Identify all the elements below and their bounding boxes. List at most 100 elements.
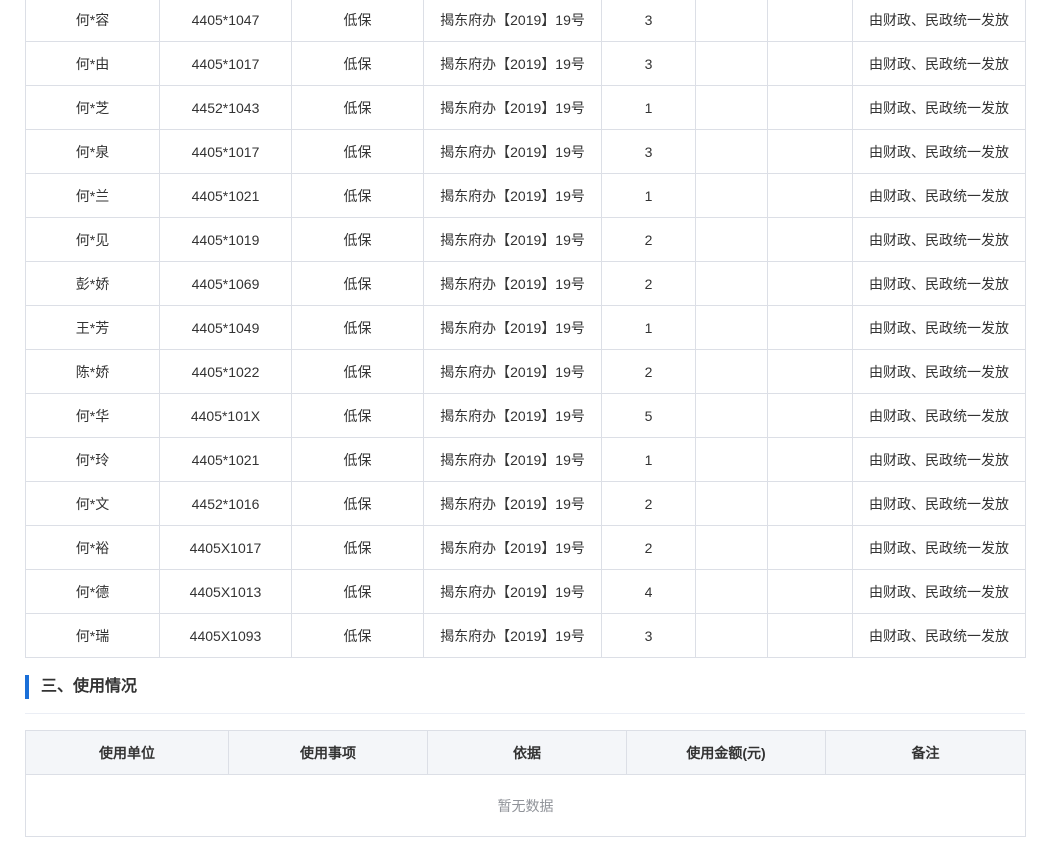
count-cell: 3 [601, 613, 696, 658]
blank-cell-b [767, 129, 853, 174]
basis-cell: 揭东府办【2019】19号 [423, 305, 602, 350]
blank-cell-a [695, 41, 768, 86]
note-cell: 由财政、民政统一发放 [852, 437, 1026, 482]
basis-cell: 揭东府办【2019】19号 [423, 437, 602, 482]
table-row: 何*由 4405*1017 低保 揭东府办【2019】19号 3 由财政、民政统一发放 [25, 41, 1026, 86]
type-cell: 低保 [291, 261, 424, 306]
count-cell: 1 [601, 173, 696, 218]
blank-cell-a [695, 481, 768, 526]
name-cell: 何*容 [25, 0, 160, 42]
type-cell: 低保 [291, 525, 424, 570]
blank-cell-a [695, 437, 768, 482]
note-cell: 由财政、民政统一发放 [852, 129, 1026, 174]
count-cell: 3 [601, 41, 696, 86]
table-row: 王*芳 4405*1049 低保 揭东府办【2019】19号 1 由财政、民政统一发放 [25, 305, 1026, 350]
blank-cell-a [695, 525, 768, 570]
blank-cell-a [695, 393, 768, 438]
basis-cell: 揭东府办【2019】19号 [423, 525, 602, 570]
table-row: 何*兰 4405*1021 低保 揭东府办【2019】19号 1 由财政、民政统一发放 [25, 173, 1026, 218]
type-cell: 低保 [291, 217, 424, 262]
name-cell: 何*文 [25, 481, 160, 526]
id-cell: 4405X1017 [159, 525, 292, 570]
note-cell: 由财政、民政统一发放 [852, 0, 1026, 42]
recipients-table: 何*容 4405*1047 低保 揭东府办【2019】19号 3 由财政、民政统一发放 何*… [25, 0, 1026, 658]
blank-cell-a [695, 0, 768, 42]
name-cell: 何*由 [25, 41, 160, 86]
blank-cell-a [695, 305, 768, 350]
blank-cell-a [695, 85, 768, 130]
note-cell: 由财政、民政统一发放 [852, 261, 1026, 306]
basis-cell: 揭东府办【2019】19号 [423, 569, 602, 614]
type-cell: 低保 [291, 173, 424, 218]
basis-cell: 揭东府办【2019】19号 [423, 349, 602, 394]
type-cell: 低保 [291, 569, 424, 614]
note-cell: 由财政、民政统一发放 [852, 525, 1026, 570]
name-cell: 何*兰 [25, 173, 160, 218]
id-cell: 4405*1021 [159, 173, 292, 218]
blank-cell-a [695, 613, 768, 658]
table-row: 彭*娇 4405*1069 低保 揭东府办【2019】19号 2 由财政、民政统一发放 [25, 261, 1026, 306]
table-row: 何*芝 4452*1043 低保 揭东府办【2019】19号 1 由财政、民政统一发放 [25, 85, 1026, 130]
count-cell: 5 [601, 393, 696, 438]
usage-section-heading: 三、使用情况 [25, 675, 1025, 699]
id-cell: 4405*1022 [159, 349, 292, 394]
count-cell: 1 [601, 437, 696, 482]
note-cell: 由财政、民政统一发放 [852, 41, 1026, 86]
basis-cell: 揭东府办【2019】19号 [423, 85, 602, 130]
table-row: 何*玲 4405*1021 低保 揭东府办【2019】19号 1 由财政、民政统一发放 [25, 437, 1026, 482]
note-cell: 由财政、民政统一发放 [852, 217, 1026, 262]
name-cell: 陈*娇 [25, 349, 160, 394]
basis-cell: 揭东府办【2019】19号 [423, 481, 602, 526]
id-cell: 4405X1093 [159, 613, 292, 658]
table-row: 何*容 4405*1047 低保 揭东府办【2019】19号 3 由财政、民政统一发放 [25, 0, 1026, 42]
usage-section-title: 三、使用情况 [41, 678, 138, 695]
note-cell: 由财政、民政统一发放 [852, 481, 1026, 526]
count-cell: 2 [601, 217, 696, 262]
note-cell: 由财政、民政统一发放 [852, 305, 1026, 350]
table-row: 陈*娇 4405*1022 低保 揭东府办【2019】19号 2 由财政、民政统一发放 [25, 349, 1026, 394]
table-row: 何*文 4452*1016 低保 揭东府办【2019】19号 2 由财政、民政统一发放 [25, 481, 1026, 526]
basis-cell: 揭东府办【2019】19号 [423, 613, 602, 658]
count-cell: 3 [601, 0, 696, 42]
table-row: 何*华 4405*101X 低保 揭东府办【2019】19号 5 由财政、民政统一发放 [25, 393, 1026, 438]
basis-cell: 揭东府办【2019】19号 [423, 261, 602, 306]
blank-cell-b [767, 349, 853, 394]
blank-cell-b [767, 393, 853, 438]
basis-cell: 揭东府办【2019】19号 [423, 129, 602, 174]
count-cell: 3 [601, 129, 696, 174]
type-cell: 低保 [291, 0, 424, 42]
header-amount: 使用金额(元) [626, 730, 826, 775]
type-cell: 低保 [291, 481, 424, 526]
blank-cell-a [695, 261, 768, 306]
id-cell: 4405*1049 [159, 305, 292, 350]
name-cell: 彭*娇 [25, 261, 160, 306]
type-cell: 低保 [291, 129, 424, 174]
table-row: 何*见 4405*1019 低保 揭东府办【2019】19号 2 由财政、民政统一发放 [25, 217, 1026, 262]
blank-cell-b [767, 305, 853, 350]
type-cell: 低保 [291, 349, 424, 394]
section-divider [25, 713, 1025, 714]
type-cell: 低保 [291, 393, 424, 438]
header-use-unit: 使用单位 [25, 730, 229, 775]
empty-state-text: 暂无数据 [25, 774, 1026, 837]
header-use-item: 使用事项 [228, 730, 428, 775]
blank-cell-a [695, 217, 768, 262]
count-cell: 2 [601, 261, 696, 306]
note-cell: 由财政、民政统一发放 [852, 173, 1026, 218]
table-row: 何*泉 4405*1017 低保 揭东府办【2019】19号 3 由财政、民政统一发放 [25, 129, 1026, 174]
blank-cell-b [767, 41, 853, 86]
blank-cell-a [695, 569, 768, 614]
table-row: 何*德 4405X1013 低保 揭东府办【2019】19号 4 由财政、民政统一发放 [25, 569, 1026, 614]
id-cell: 4405*1017 [159, 41, 292, 86]
id-cell: 4405*1021 [159, 437, 292, 482]
count-cell: 1 [601, 85, 696, 130]
blank-cell-b [767, 481, 853, 526]
id-cell: 4452*1016 [159, 481, 292, 526]
table-row: 何*裕 4405X1017 低保 揭东府办【2019】19号 2 由财政、民政统一发放 [25, 525, 1026, 570]
blank-cell-a [695, 173, 768, 218]
id-cell: 4405X1013 [159, 569, 292, 614]
blank-cell-b [767, 613, 853, 658]
blank-cell-b [767, 0, 853, 42]
blank-cell-a [695, 349, 768, 394]
id-cell: 4452*1043 [159, 85, 292, 130]
